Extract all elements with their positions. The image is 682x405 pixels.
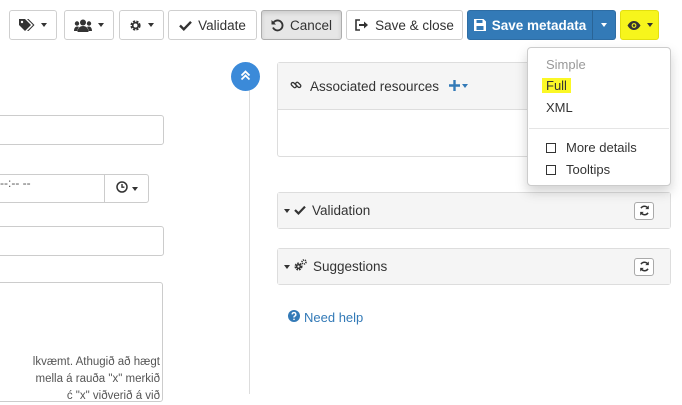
users-dropdown-button[interactable] — [64, 10, 114, 40]
suggestions-title: Suggestions — [313, 259, 388, 274]
need-help-link[interactable]: Need help — [288, 310, 363, 325]
eye-icon — [627, 20, 641, 30]
tags-icon — [19, 19, 35, 31]
time-picker-button[interactable] — [104, 174, 149, 203]
menu-item-full[interactable]: Full — [542, 78, 571, 93]
view-mode-dropdown-button[interactable] — [620, 10, 659, 40]
help-line: lkvæmt. Athugið að hægt — [32, 356, 160, 368]
caret-down-icon — [98, 23, 104, 27]
scroll-to-top-button[interactable] — [231, 62, 260, 91]
date-input-box[interactable] — [0, 174, 106, 203]
validation-panel: Validation — [277, 192, 671, 229]
suggestions-panel: Suggestions — [277, 248, 671, 285]
undo-icon — [271, 19, 284, 32]
refresh-validation-button[interactable] — [634, 202, 654, 220]
tooltips-checkbox[interactable] — [546, 164, 556, 175]
tooltips-label: Tooltips — [566, 162, 611, 177]
associated-resources-title: Associated resources — [310, 78, 440, 94]
caret-down-icon — [462, 84, 469, 88]
cancel-button[interactable]: Cancel — [261, 10, 342, 40]
check-icon — [179, 20, 192, 31]
gear-icon — [129, 19, 142, 32]
refresh-icon — [639, 204, 650, 219]
help-line: ć "x" viðverið á við — [66, 390, 160, 402]
caret-down-icon — [131, 186, 138, 191]
plus-icon — [449, 79, 461, 94]
more-details-checkbox[interactable] — [546, 142, 556, 153]
text-field-1[interactable] — [0, 115, 164, 145]
validation-title: Validation — [312, 203, 371, 218]
cogs-icon — [294, 259, 307, 274]
view-mode-menu: Simple Full XML More details Tooltips — [527, 47, 671, 186]
validate-button[interactable]: Validate — [168, 10, 257, 40]
users-icon — [74, 19, 92, 32]
caret-down-icon — [41, 23, 47, 27]
validation-header[interactable]: Validation — [278, 193, 670, 228]
sign-out-icon — [355, 19, 369, 31]
save-options-dropdown-button[interactable] — [592, 10, 616, 40]
caret-down-icon — [601, 23, 607, 27]
menu-item-simple[interactable]: Simple — [546, 57, 586, 72]
menu-divider — [529, 128, 669, 129]
refresh-suggestions-button[interactable] — [634, 258, 654, 276]
caret-down-icon — [284, 208, 290, 213]
menu-item-more-details[interactable]: More details — [546, 140, 637, 155]
editor-toolbar: Validate Cancel Save & close Save metada… — [0, 0, 682, 50]
more-details-label: More details — [566, 140, 637, 155]
save-metadata-label: Save metadata — [491, 17, 587, 33]
menu-item-tooltips[interactable]: Tooltips — [546, 162, 610, 177]
need-help-label: Need help — [304, 310, 364, 325]
help-line: mella á rauða "x" merkið — [35, 373, 161, 385]
save-close-button[interactable]: Save & close — [346, 10, 463, 40]
refresh-icon — [639, 260, 650, 275]
menu-item-xml[interactable]: XML — [546, 100, 573, 115]
text-field-2[interactable] — [0, 226, 164, 256]
add-resource-button[interactable] — [449, 79, 469, 94]
save-close-label: Save & close — [375, 17, 454, 33]
link-icon — [290, 79, 302, 94]
settings-dropdown-button[interactable] — [119, 10, 164, 40]
save-metadata-button[interactable]: Save metadata — [467, 10, 593, 40]
field-help-text: lkvæmt. Athugið að hægt mella á rauða "x… — [0, 354, 160, 405]
validate-label: Validate — [198, 17, 246, 33]
caret-down-icon — [148, 23, 154, 27]
question-circle-icon — [288, 310, 300, 325]
double-chevron-up-icon — [240, 69, 251, 84]
tags-dropdown-button[interactable] — [9, 10, 57, 40]
clock-icon — [115, 181, 128, 196]
caret-down-icon — [284, 264, 290, 269]
floppy-disk-icon — [473, 19, 486, 31]
cancel-label: Cancel — [289, 17, 333, 33]
caret-down-icon — [646, 23, 653, 27]
suggestions-header[interactable]: Suggestions — [278, 249, 670, 284]
check-icon — [294, 203, 306, 218]
